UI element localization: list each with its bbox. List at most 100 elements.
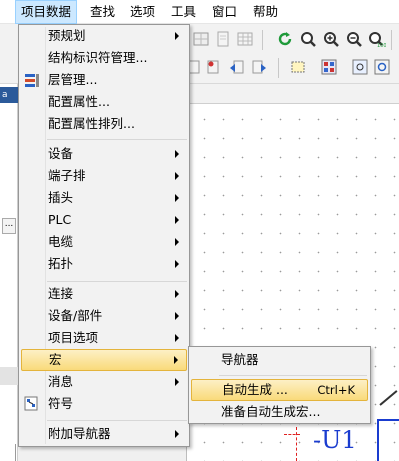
submenu-arrow-icon xyxy=(175,290,179,298)
page-back-icon[interactable] xyxy=(228,58,246,76)
table-icon[interactable] xyxy=(236,30,254,48)
snap-icon[interactable] xyxy=(351,58,369,76)
panel-divider xyxy=(15,444,16,461)
menu-item-label: 拓扑 xyxy=(48,256,74,271)
menu-item-label: 设备 xyxy=(48,146,74,161)
component-label[interactable]: -U1 xyxy=(313,425,357,455)
symbol-icon xyxy=(24,396,40,412)
document-icon[interactable] xyxy=(214,30,232,48)
submenu-arrow-icon xyxy=(175,150,179,158)
menu-item-label: 设备/部件 xyxy=(48,308,103,323)
layer-manager-icon xyxy=(24,72,40,88)
menu-item-label: 附加导航器 xyxy=(48,426,111,441)
menu-item-plug[interactable]: 插头 xyxy=(21,187,187,209)
submenu-arrow-icon xyxy=(175,260,179,268)
component-outline[interactable] xyxy=(377,419,399,461)
submenu-arrow-icon xyxy=(175,312,179,320)
settings-grid-icon[interactable] xyxy=(373,58,391,76)
submenu-arrow-icon xyxy=(175,32,179,40)
menu-item-plc[interactable]: PLC xyxy=(21,209,187,231)
menu-item-label: 配置属性排列... xyxy=(48,116,135,131)
zoom-in-icon[interactable] xyxy=(322,30,340,48)
menu-item-label: 结构标识符管理... xyxy=(48,50,148,65)
panel-row[interactable] xyxy=(0,367,18,385)
submenu-item-prepare-auto-generate[interactable]: 准备自动生成宏... xyxy=(191,401,368,423)
submenu-arrow-icon xyxy=(175,334,179,342)
menu-item-config-properties[interactable]: 配置属性... xyxy=(21,91,187,113)
menu-separator xyxy=(47,139,187,140)
canvas-tab-strip xyxy=(186,84,399,104)
menu-item-label: 端子排 xyxy=(48,168,86,183)
menu-item-cable[interactable]: 电缆 xyxy=(21,231,187,253)
refresh-icon[interactable] xyxy=(276,30,294,48)
canvas-dash-line xyxy=(284,434,300,435)
panel-more-button[interactable]: ... xyxy=(2,218,16,234)
menu-item-label: 连接 xyxy=(48,286,74,301)
menu-item-messages[interactable]: 消息 xyxy=(21,371,187,393)
canvas-dash-line xyxy=(296,427,297,461)
menu-item-device-parts[interactable]: 设备/部件 xyxy=(21,305,187,327)
submenu-item-auto-generate[interactable]: 自动生成 ... Ctrl+K xyxy=(191,379,368,401)
submenu-arrow-icon xyxy=(175,430,179,438)
submenu-arrow-icon xyxy=(175,194,179,202)
shortcut-label: Ctrl+K xyxy=(317,383,355,397)
macro-submenu: 导航器 自动生成 ... Ctrl+K 准备自动生成宏... xyxy=(188,346,371,424)
menu-item-label: 宏 xyxy=(49,352,62,367)
menubar: 项目数据 查找 选项 工具 窗口 帮助 xyxy=(0,0,399,24)
zoom-100-icon[interactable]: 100 xyxy=(368,30,386,48)
menu-find[interactable]: 查找 xyxy=(85,0,120,24)
menu-item-symbols[interactable]: 符号 xyxy=(21,393,187,415)
menu-separator xyxy=(47,420,187,421)
menu-item-label: 配置属性... xyxy=(48,94,110,109)
toolbar-separator xyxy=(278,58,279,78)
page-property-icon[interactable] xyxy=(204,58,222,76)
menu-item-label: 电缆 xyxy=(48,234,74,249)
menu-item-terminal-strip[interactable]: 端子排 xyxy=(21,165,187,187)
menu-item-label: 符号 xyxy=(48,396,74,411)
submenu-item-label: 准备自动生成宏... xyxy=(221,404,321,419)
submenu-arrow-icon xyxy=(175,238,179,246)
submenu-item-navigator[interactable]: 导航器 xyxy=(191,349,368,371)
menu-item-connections[interactable]: 连接 xyxy=(21,283,187,305)
menu-item-label: 预规划 xyxy=(48,28,86,43)
navigator-panel: a ... xyxy=(0,84,18,461)
zoom-window-icon[interactable] xyxy=(299,30,317,48)
menu-item-devices[interactable]: 设备 xyxy=(21,143,187,165)
menu-separator xyxy=(47,281,187,282)
menu-separator xyxy=(219,375,367,376)
grid-icon[interactable] xyxy=(192,30,210,48)
zoom-out-icon[interactable] xyxy=(345,30,363,48)
submenu-item-label: 自动生成 ... xyxy=(222,382,288,397)
submenu-arrow-icon xyxy=(175,172,179,180)
menu-item-layer-manager[interactable]: 层管理... xyxy=(21,69,187,91)
menu-window[interactable]: 窗口 xyxy=(207,0,242,24)
menu-item-label: PLC xyxy=(48,212,72,227)
grid-view-icon[interactable] xyxy=(320,58,338,76)
menu-item-label: 项目选项 xyxy=(48,330,99,345)
menu-item-structure-id[interactable]: 结构标识符管理... xyxy=(21,47,187,69)
menu-item-preplanning[interactable]: 预规划 xyxy=(21,25,187,47)
submenu-arrow-icon xyxy=(175,378,179,386)
menu-options[interactable]: 选项 xyxy=(125,0,160,24)
menu-item-macros[interactable]: 宏 xyxy=(21,349,187,371)
menu-item-label: 层管理... xyxy=(48,72,98,87)
submenu-item-label: 导航器 xyxy=(221,352,259,367)
toolbar-separator xyxy=(391,30,392,50)
menu-item-config-property-order[interactable]: 配置属性排列... xyxy=(21,113,187,135)
menu-project-data[interactable]: 项目数据 xyxy=(15,0,78,24)
menu-help[interactable]: 帮助 xyxy=(248,0,283,24)
panel-header-text: a xyxy=(2,90,8,100)
menu-item-label: 插头 xyxy=(48,190,74,205)
select-frame-icon[interactable] xyxy=(289,58,307,76)
toolbar-separator xyxy=(262,30,263,50)
page-forward-icon[interactable] xyxy=(250,58,268,76)
project-data-menu: 预规划 结构标识符管理... 层管理... 配置属性... 配置属性排列... … xyxy=(18,24,190,447)
menu-item-project-options[interactable]: 项目选项 xyxy=(21,327,187,349)
submenu-arrow-icon xyxy=(175,216,179,224)
svg-text:100: 100 xyxy=(377,43,386,47)
menu-tools[interactable]: 工具 xyxy=(166,0,201,24)
menu-item-topology[interactable]: 拓扑 xyxy=(21,253,187,275)
submenu-arrow-icon xyxy=(174,356,178,364)
menu-item-label: 消息 xyxy=(48,374,74,389)
menu-item-additional-navigators[interactable]: 附加导航器 xyxy=(21,423,187,445)
